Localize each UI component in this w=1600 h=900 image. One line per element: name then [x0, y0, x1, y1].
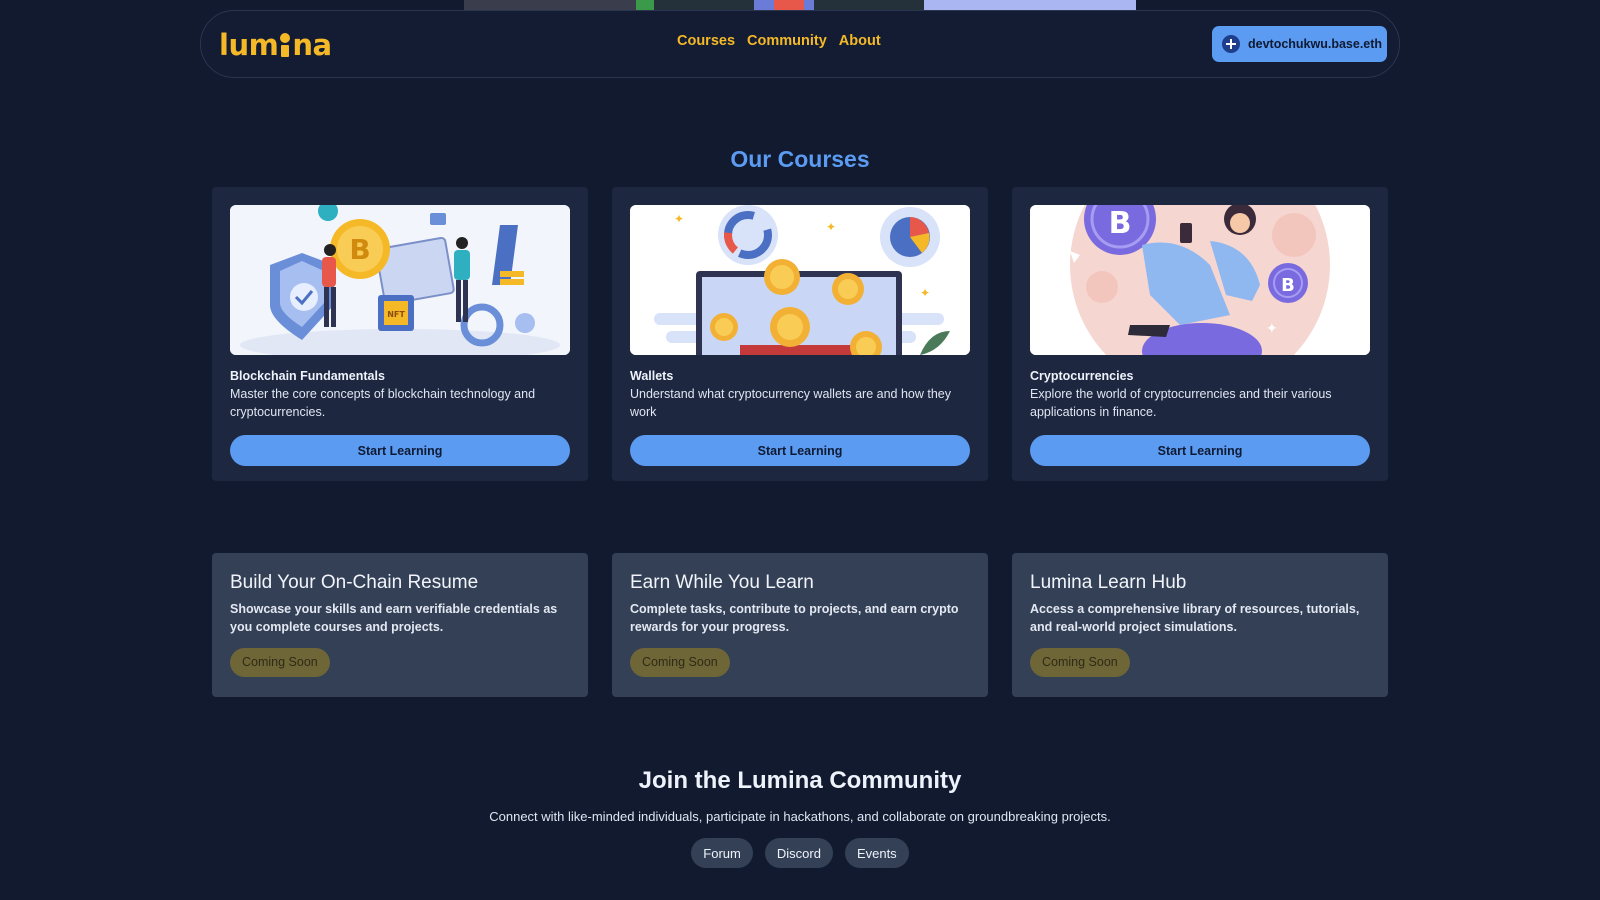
logo-text-part2: na: [292, 28, 332, 62]
main-nav: Courses Community About: [677, 33, 881, 49]
nav-link-courses[interactable]: Courses: [677, 33, 735, 49]
community-description: Connect with like-minded individuals, pa…: [489, 809, 1111, 824]
community-title: Join the Lumina Community: [638, 767, 962, 794]
coming-soon-badge: Coming Soon: [1030, 648, 1130, 677]
forum-button[interactable]: Forum: [691, 838, 753, 868]
svg-text:B: B: [1281, 275, 1295, 296]
coming-soon-badge: Coming Soon: [630, 648, 730, 677]
feature-card-earn-while-learn: Earn While You Learn Complete tasks, con…: [612, 553, 988, 697]
feature-title: Build Your On-Chain Resume: [230, 572, 479, 593]
course-description: Explore the world of cryptocurrencies an…: [1030, 387, 1332, 419]
top-navbar: lum na Courses Community About devtochuk…: [200, 10, 1400, 78]
base-wallet-icon: [1222, 35, 1240, 53]
discord-button[interactable]: Discord: [764, 838, 833, 868]
courses-section-title: Our Courses: [730, 146, 870, 172]
feature-description: Showcase your skills and earn verifiable…: [230, 602, 558, 634]
logo-text-part1: lum: [219, 28, 279, 62]
feature-card-learn-hub: Lumina Learn Hub Access a comprehensive …: [1012, 553, 1388, 697]
course-card-wallets: ✦ ✦ ✦ Wallets Understand what cryptocurr…: [612, 187, 988, 481]
feature-title: Lumina Learn Hub: [1030, 572, 1187, 593]
feature-title: Earn While You Learn: [630, 572, 814, 593]
course-title: Cryptocurrencies: [1030, 369, 1134, 383]
svg-text:NFT: NFT: [387, 310, 405, 319]
svg-text:✦: ✦: [920, 286, 930, 300]
start-learning-button[interactable]: Start Learning: [1030, 435, 1370, 466]
coming-soon-badge: Coming Soon: [230, 648, 330, 677]
feature-description: Access a comprehensive library of resour…: [1030, 602, 1360, 634]
nav-link-about[interactable]: About: [839, 33, 881, 49]
feature-card-onchain-resume: Build Your On-Chain Resume Showcase your…: [212, 553, 588, 697]
svg-text:B: B: [1109, 206, 1132, 241]
blockchain-illustration: B NFT: [230, 205, 570, 355]
svg-text:B: B: [349, 233, 370, 266]
svg-text:✦: ✦: [674, 212, 684, 226]
wallets-illustration: ✦ ✦ ✦: [630, 205, 970, 355]
events-button[interactable]: Events: [844, 838, 909, 868]
svg-text:✦: ✦: [1266, 321, 1278, 337]
wallet-address-label: devtochukwu.base.eth: [1248, 37, 1383, 51]
svg-text:✦: ✦: [826, 220, 836, 234]
start-learning-button[interactable]: Start Learning: [230, 435, 570, 466]
course-description: Understand what cryptocurrency wallets a…: [630, 387, 951, 419]
course-title: Blockchain Fundamentals: [230, 369, 385, 383]
feature-description: Complete tasks, contribute to projects, …: [630, 602, 959, 634]
lumina-logo[interactable]: lum na: [219, 29, 332, 61]
cryptocurrencies-illustration: B B ✦: [1030, 205, 1370, 355]
course-card-cryptocurrencies: B B ✦ Cryptocurrencies Explore the world…: [1012, 187, 1388, 481]
lightbulb-logo-icon: [278, 29, 292, 61]
course-card-blockchain: B NFT Blockchain Fundamentals Master the…: [212, 187, 588, 481]
start-learning-button[interactable]: Start Learning: [630, 435, 970, 466]
course-description: Master the core concepts of blockchain t…: [230, 387, 536, 419]
community-links: Forum Discord Events: [0, 838, 1600, 868]
course-title: Wallets: [630, 369, 674, 383]
nav-link-community[interactable]: Community: [747, 33, 827, 49]
wallet-button[interactable]: devtochukwu.base.eth: [1212, 26, 1387, 62]
